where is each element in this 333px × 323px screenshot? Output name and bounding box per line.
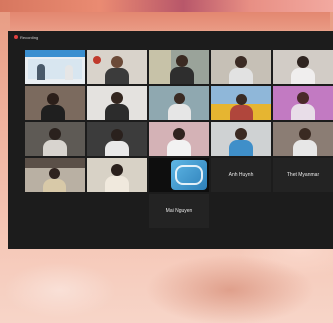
red-icon — [93, 56, 101, 64]
video-tile-9[interactable] — [211, 86, 271, 120]
participant-name: Thet Myanmar — [286, 172, 320, 178]
participant-head — [47, 93, 59, 105]
video-tile-17[interactable] — [87, 158, 147, 192]
presenter-figure — [65, 65, 73, 80]
video-tile-5[interactable] — [273, 50, 333, 84]
video-tile-8[interactable] — [149, 86, 209, 120]
background-building — [149, 50, 171, 84]
participant-body — [170, 67, 194, 84]
participant-head — [297, 92, 309, 104]
participant-body — [43, 140, 67, 156]
title-bar: Recording — [8, 31, 333, 43]
participant-body — [105, 104, 129, 120]
video-tile-7[interactable] — [87, 86, 147, 120]
video-tile-16[interactable] — [25, 158, 85, 192]
presentation-banner — [25, 50, 85, 57]
participant-body — [291, 68, 315, 84]
video-tile-name-anh-huynh[interactable]: Anh Huynh — [211, 158, 271, 192]
background-room — [25, 158, 85, 168]
video-tile-6[interactable] — [25, 86, 85, 120]
anniversary-logo-icon — [171, 160, 207, 190]
participant-head — [299, 128, 311, 140]
recording-label: Recording — [20, 34, 39, 40]
participant-body — [105, 176, 129, 192]
participant-name: Mai Nguyen — [165, 208, 193, 214]
participant-head — [49, 128, 61, 140]
participant-head — [297, 56, 309, 68]
participant-head — [235, 56, 247, 68]
participant-body — [293, 140, 317, 156]
video-tile-4[interactable] — [211, 50, 271, 84]
participant-body — [230, 105, 253, 120]
video-tile-name-mai-nguyen[interactable]: Mai Nguyen — [149, 194, 209, 228]
participant-head — [176, 55, 188, 67]
video-tile-10[interactable] — [273, 86, 333, 120]
recording-icon — [14, 35, 18, 39]
participant-body — [43, 179, 66, 192]
video-tile-2[interactable] — [87, 50, 147, 84]
participant-head — [235, 128, 247, 140]
logo-mark — [175, 165, 203, 185]
participant-body — [105, 68, 129, 84]
participant-head — [111, 129, 123, 141]
video-tile-name-thet-myanmar[interactable]: Thet Myanmar — [273, 158, 333, 192]
participant-head — [236, 94, 247, 105]
participant-body — [291, 104, 315, 120]
top-photo-strip — [0, 0, 333, 12]
video-tile-15[interactable] — [273, 122, 333, 156]
participant-head — [111, 92, 123, 104]
photo-background: Recording Anh Huynh Thet Myanmar Mai Ngu… — [0, 0, 333, 323]
video-tile-13[interactable] — [149, 122, 209, 156]
participant-body — [167, 140, 191, 156]
participant-body — [229, 68, 253, 84]
participant-head — [173, 128, 185, 140]
video-meeting-window: Recording Anh Huynh Thet Myanmar Mai Ngu… — [8, 31, 333, 249]
participant-name: Anh Huynh — [228, 172, 254, 178]
participant-head — [111, 164, 123, 176]
video-tile-11[interactable] — [25, 122, 85, 156]
presenter-figure — [37, 64, 45, 80]
participant-head — [111, 56, 123, 68]
participant-body — [229, 140, 253, 156]
video-tile-logo[interactable] — [149, 158, 209, 192]
participant-body — [41, 105, 65, 120]
top-photo-band — [10, 12, 330, 30]
video-tile-3[interactable] — [149, 50, 209, 84]
video-tile-12[interactable] — [87, 122, 147, 156]
video-tile-1[interactable] — [25, 50, 85, 84]
participant-head — [49, 168, 60, 179]
participant-body — [105, 141, 129, 156]
video-tile-14[interactable] — [211, 122, 271, 156]
participant-head — [174, 93, 185, 104]
participant-body — [168, 104, 191, 120]
